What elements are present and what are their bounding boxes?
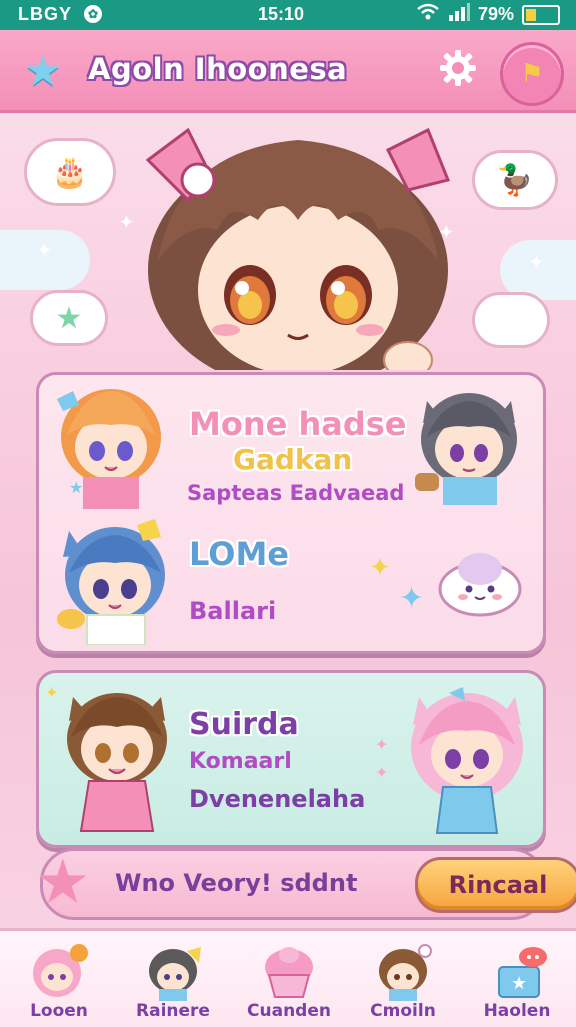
- flag-button[interactable]: ⚑: [500, 42, 564, 106]
- gift-box-icon: ★: [498, 947, 547, 998]
- sparkle-icon: ✦: [36, 238, 53, 262]
- main-character-illustration: [145, 127, 451, 370]
- duck-icon: 🦆: [472, 150, 558, 210]
- action-message: Wno Veory! sddnt: [115, 869, 358, 897]
- nav-label: Looen: [30, 1001, 88, 1021]
- card-subtitle: Gadkan: [233, 443, 353, 476]
- orange-hair-character-avatar: ★: [57, 389, 161, 509]
- star-icon[interactable]: ★: [20, 48, 66, 94]
- action-bar: ★ Wno Veory! sddnt Rincaal: [35, 848, 576, 920]
- app-title: Agoln Ihoonesa: [88, 52, 348, 86]
- bottom-nav: Looen Rainere Cuanden Cmoiln ★ Haolen: [0, 928, 576, 1027]
- gear-icon[interactable]: [436, 48, 480, 92]
- nav-item-shop[interactable]: Cuanden: [234, 935, 344, 1027]
- cloud-icon: [472, 292, 550, 348]
- pink-character-icon: [33, 944, 88, 997]
- cupcake-icon: [265, 947, 313, 998]
- hero-banner: 🎂 🦆 ★ ✦ ✦ ✦ ✦: [0, 110, 576, 370]
- featured-card[interactable]: ★ Mone hadse Gadkan Sapteas Eadvaead LOM…: [36, 372, 546, 654]
- nav-item-characters[interactable]: Rainere: [118, 935, 228, 1027]
- nav-item-home[interactable]: Looen: [4, 935, 114, 1027]
- sparkle-icon: ✦: [528, 250, 545, 274]
- sparkle-icon: ✦: [375, 735, 389, 754]
- secondary-card[interactable]: ✦ Suirda Komaarl Dvenenelaha ✦ ✦: [36, 670, 546, 848]
- status-carrier: LBGY: [18, 4, 73, 24]
- yellow-character-icon: [149, 947, 201, 1001]
- nav-label: Haolen: [483, 1001, 551, 1021]
- star-mascot-icon: ★: [35, 845, 91, 918]
- grey-hair-character-avatar: [415, 393, 517, 505]
- nav-item-more[interactable]: ★ Haolen: [462, 935, 572, 1027]
- svg-text:★: ★: [69, 478, 83, 497]
- nav-label: Cmoiln: [370, 1001, 436, 1021]
- sparkle-icon: ✦: [399, 581, 425, 616]
- cloud-mascot-icon: [438, 553, 522, 617]
- card-title: Mone hadse: [189, 405, 407, 443]
- brown-character-icon: [379, 944, 432, 1001]
- nav-item-friends[interactable]: Cmoiln: [348, 935, 458, 1027]
- signal-icon: [448, 3, 470, 26]
- brown-hair-character-avatar: [67, 693, 167, 832]
- app-header: ★ Agoln Ihoonesa ⚑: [0, 30, 576, 113]
- card-title: Suirda: [189, 707, 299, 742]
- card-heading: LOMe: [189, 535, 289, 573]
- battery-percent: 79%: [477, 4, 514, 24]
- flag-icon: ⚑: [520, 59, 544, 89]
- notification-icon: ✿: [84, 5, 102, 23]
- cake-icon: 🎂: [24, 138, 116, 206]
- star-bubble-icon: ★: [30, 290, 108, 346]
- card-name: Ballari: [189, 597, 277, 625]
- card-caption: Dvenenelaha: [189, 785, 366, 813]
- svg-text:★: ★: [511, 973, 527, 994]
- nav-label: Cuanden: [247, 1001, 331, 1021]
- nav-label: Rainere: [136, 1001, 210, 1021]
- card-caption: Sapteas Eadvaead: [187, 481, 405, 505]
- cta-button[interactable]: Rincaal: [415, 857, 576, 913]
- status-right: 79%: [416, 3, 560, 26]
- battery-icon: [522, 4, 560, 25]
- status-bar: LBGY ✿ 15:10 79%: [0, 0, 576, 30]
- pink-hair-character-avatar: [411, 687, 523, 834]
- sparkle-icon: ✦: [118, 210, 135, 234]
- blue-hair-character-avatar: [57, 519, 165, 645]
- sparkle-icon: ✦: [375, 763, 389, 782]
- wifi-icon: [416, 3, 440, 26]
- card-subtitle: Komaarl: [189, 749, 292, 774]
- status-time: 15:10: [258, 4, 305, 24]
- sparkle-icon: ✦: [369, 553, 391, 583]
